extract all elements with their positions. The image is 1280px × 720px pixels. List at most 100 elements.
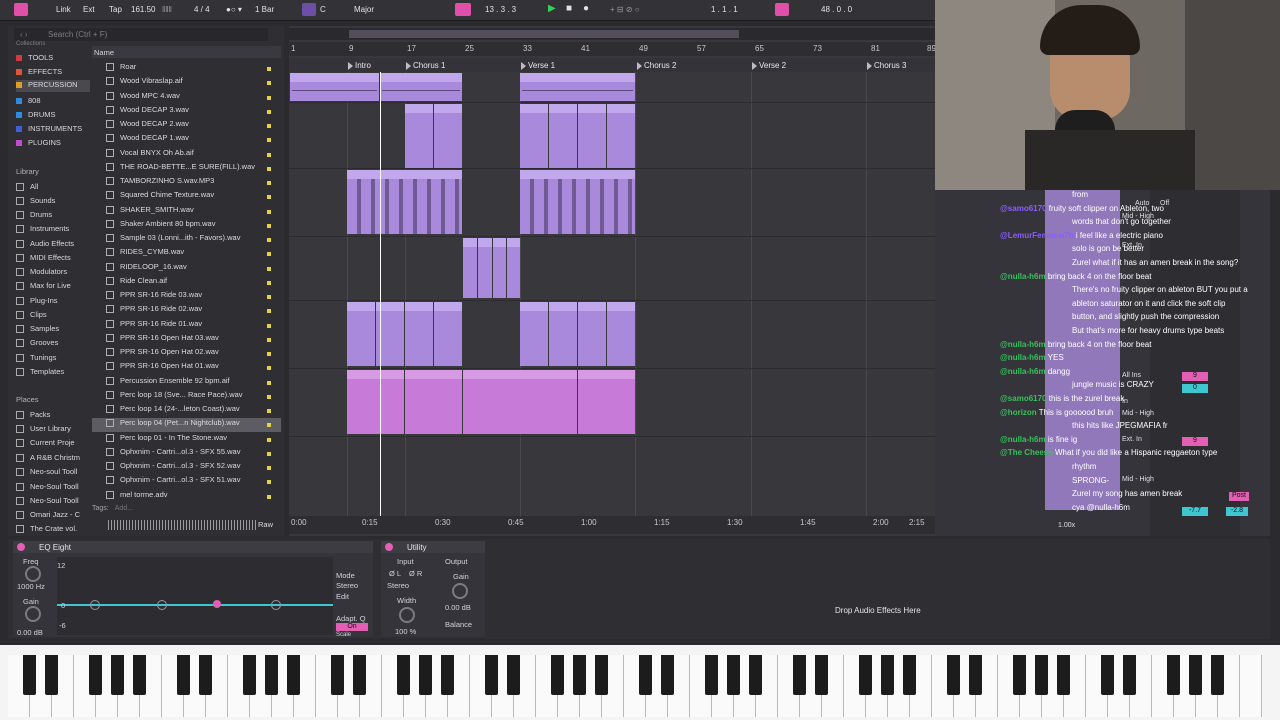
audio-clip-percussion[interactable] — [347, 170, 462, 234]
library-grooves[interactable]: Grooves — [16, 338, 58, 348]
library-sounds[interactable]: Sounds — [16, 196, 55, 206]
locator-chorus-1[interactable]: Chorus 1 — [405, 61, 445, 70]
overdub-icon[interactable]: + ⊟ ⊘ ○ — [610, 5, 640, 14]
file-item[interactable]: Wood DECAP 2.wav — [92, 119, 281, 133]
eq-display[interactable] — [57, 557, 333, 635]
file-item[interactable]: Wood DECAP 3.wav — [92, 105, 281, 119]
audio-clip-flute[interactable]: Flute 2 — [549, 104, 577, 168]
scale-dropdown[interactable]: Major — [354, 5, 374, 14]
place-folder[interactable]: Omari Jazz - C — [16, 510, 80, 520]
file-item[interactable]: Vocal BNYX Oh Ab.aif — [92, 148, 281, 162]
scale-mode-icon[interactable] — [302, 3, 316, 16]
track-pan[interactable]: -2.8 — [1226, 507, 1248, 516]
file-item[interactable]: Squared Chime Texture.wav — [92, 190, 281, 204]
nudge-icon[interactable]: ‖‖‖ — [162, 5, 172, 14]
midi-clip-harp[interactable]: Harp — [549, 302, 577, 366]
gain-knob[interactable] — [452, 583, 468, 599]
locator-intro[interactable]: Intro — [347, 61, 371, 70]
file-item[interactable]: mel torme.adv — [92, 490, 281, 504]
library-midi-effects[interactable]: MIDI Effects — [16, 253, 71, 263]
tags-add-button[interactable]: Add... — [115, 505, 133, 512]
collection-tools[interactable]: TOOLS — [16, 53, 53, 62]
file-item[interactable]: PPR SR-16 Ride 03.wav — [92, 290, 281, 304]
place-folder[interactable]: Neo-soul Tooll — [16, 467, 77, 477]
post-button[interactable]: Post — [1229, 492, 1249, 501]
audio-clip-br[interactable]: [BR — [463, 238, 477, 298]
adapt-q-toggle[interactable]: On — [336, 623, 368, 631]
channel-mode-dropdown[interactable]: Stereo — [387, 581, 409, 590]
audio-clip[interactable] — [380, 73, 462, 101]
audio-clip-percussion[interactable] — [520, 170, 635, 234]
file-item[interactable]: Perc loop 18 (Sve... Race Pace).wav — [92, 390, 281, 404]
file-item[interactable]: Perc loop 14 (24-...leton Coast).wav — [92, 404, 281, 418]
stop-icon[interactable]: ■ — [566, 3, 572, 14]
library-plug-ins[interactable]: Plug-Ins — [16, 296, 58, 306]
audio-clip[interactable] — [290, 73, 379, 101]
collection-effects[interactable]: EFFECTS — [16, 67, 62, 76]
midi-clip-harp[interactable]: Harp — [434, 302, 462, 366]
speed-field[interactable]: 1.00x — [1058, 522, 1075, 529]
file-item[interactable]: Ophxnim - Cartri...ol.3 - SFX 52.wav — [92, 461, 281, 475]
phase-right-toggle[interactable]: Ø R — [409, 569, 422, 578]
file-item[interactable]: Ride Clean.aif — [92, 276, 281, 290]
raw-toggle[interactable]: Raw — [258, 520, 273, 529]
loop-start-field[interactable]: 1 . 1 . 1 — [711, 5, 738, 14]
file-item[interactable]: SHAKER_SMITH.wav — [92, 205, 281, 219]
phase-left-toggle[interactable]: Ø L — [389, 569, 401, 578]
file-item[interactable]: Roar — [92, 62, 281, 76]
preview-waveform[interactable] — [108, 520, 256, 530]
freq-knob[interactable] — [25, 566, 41, 582]
input-type-dropdown[interactable]: All Ins — [1122, 372, 1141, 379]
locator-chorus-3[interactable]: Chorus 3 — [866, 61, 906, 70]
audio-clip-br[interactable]: [BR — [507, 238, 520, 298]
place-folder[interactable]: A R&B Christm — [16, 453, 80, 463]
collection-drums[interactable]: DRUMS — [16, 110, 56, 119]
library-clips[interactable]: Clips — [16, 310, 47, 320]
audio-clip-flute[interactable]: Flute 2 — [578, 104, 606, 168]
file-item[interactable]: Sample 03 (Lonni...ith - Favors).wav — [92, 233, 281, 247]
metronome-icon[interactable]: ●○ ▾ — [226, 5, 242, 14]
track-volume[interactable]: -7.7 — [1182, 507, 1208, 516]
audio-clip-flute[interactable]: Flute 2 — [607, 104, 635, 168]
signature-field[interactable]: 4 / 4 — [194, 5, 210, 14]
file-item[interactable]: PPR SR-16 Open Hat 02.wav — [92, 347, 281, 361]
track-number[interactable]: 9 — [1182, 372, 1208, 381]
audio-clip[interactable] — [520, 73, 635, 101]
file-item[interactable]: PPR SR-16 Open Hat 01.wav — [92, 361, 281, 375]
place-folder[interactable]: Neo-Soul Tooll — [16, 482, 79, 492]
midi-clip-harp[interactable]: Harp — [607, 302, 635, 366]
place-current-project[interactable]: Current Proje — [16, 438, 75, 448]
input-channel-dropdown[interactable]: Mid - High — [1122, 476, 1154, 483]
width-knob[interactable] — [399, 607, 415, 623]
midi-clip-epiano[interactable]: E-Piano — [347, 370, 404, 434]
midi-clip-epiano[interactable]: E-Piano 3 — [520, 370, 577, 434]
file-item[interactable]: Ophxnim - Cartri...ol.3 - SFX 55.wav — [92, 447, 281, 461]
file-item[interactable]: Perc loop 04 (Pet...n Nightclub).wav — [92, 418, 281, 433]
gain-value[interactable]: 0.00 dB — [17, 628, 43, 637]
time-ruler[interactable]: 0:00 0:15 0:30 0:45 1:00 1:15 1:30 1:45 … — [289, 516, 935, 534]
library-modulators[interactable]: Modulators — [16, 267, 67, 277]
gain-knob[interactable] — [25, 606, 41, 622]
file-item[interactable]: Shaker Ambient 80 bpm.wav — [92, 219, 281, 233]
utility-device[interactable]: Utility Input Ø L Ø R Stereo Width 100 %… — [381, 541, 485, 637]
library-instruments[interactable]: Instruments — [16, 224, 69, 234]
file-item[interactable]: Wood DECAP 1.wav — [92, 133, 281, 147]
collection-percussion[interactable]: PERCUSSION — [16, 80, 90, 92]
library-samples[interactable]: Samples — [16, 324, 59, 334]
midi-clip-epiano[interactable]: E-Piano 3 — [463, 370, 520, 434]
output-dropdown[interactable]: Ext. In — [1122, 436, 1142, 443]
midi-clip-harp[interactable]: Harp — [520, 302, 548, 366]
track-volume[interactable]: 0 — [1182, 384, 1208, 393]
file-item[interactable]: PPR SR-16 Open Hat 03.wav — [92, 333, 281, 347]
midi-clip-epiano[interactable]: E-Piano 3 — [578, 370, 635, 434]
file-item[interactable]: RIDES_CYMB.wav — [92, 247, 281, 261]
device-power-icon[interactable] — [17, 543, 25, 551]
overview-bar[interactable] — [289, 28, 935, 40]
tap-button[interactable]: Tap — [109, 5, 122, 14]
track-number[interactable]: 9 — [1182, 437, 1208, 446]
locator-lane[interactable]: Intro Chorus 1 Verse 1 Chorus 2 Verse 2 … — [289, 58, 935, 72]
midi-clip-harp[interactable]: Harp — [405, 302, 433, 366]
play-icon[interactable]: ▶ — [548, 3, 556, 14]
place-user-library[interactable]: User Library — [16, 424, 71, 434]
file-item[interactable]: Wood Vibraslap.aif — [92, 76, 281, 90]
